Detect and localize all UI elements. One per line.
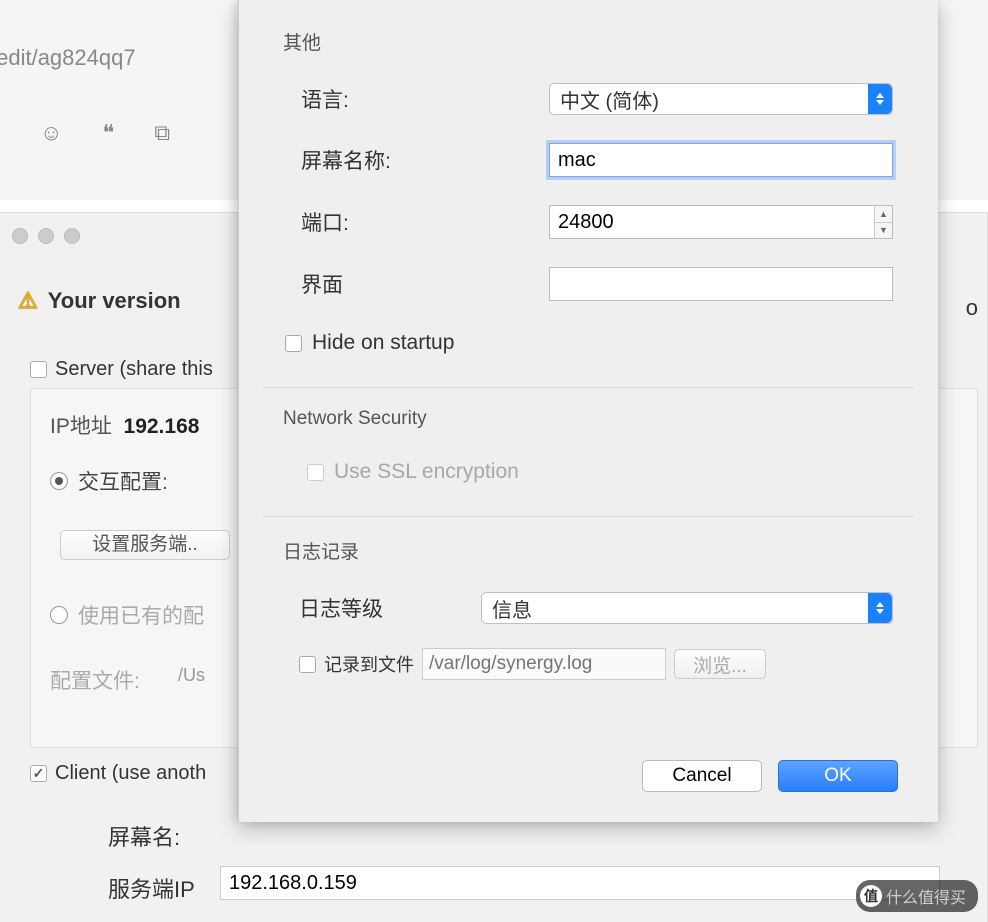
log-file-checkbox[interactable]: [299, 656, 316, 673]
section-network: Network Security: [283, 408, 938, 430]
ip-label: IP地址: [50, 415, 112, 438]
log-level-row: 日志等级 信息: [299, 592, 938, 624]
truncated-char: o: [966, 295, 978, 321]
screen-name-label-dlg: 屏幕名称:: [301, 145, 549, 175]
ip-address-line: IP地址 192.168: [50, 410, 199, 440]
browse-button[interactable]: 浏览...: [674, 649, 766, 679]
log-file-input[interactable]: [422, 648, 666, 680]
radio-interactive[interactable]: [50, 472, 68, 490]
port-label: 端口:: [301, 207, 549, 237]
watermark: 值 什么值得买: [856, 880, 978, 912]
interface-row: 界面: [301, 267, 938, 301]
ip-value: 192.168: [124, 415, 200, 438]
hide-startup-label: Hide on startup: [312, 331, 454, 355]
screen-name-row: 屏幕名称:: [301, 143, 938, 177]
divider: [263, 387, 914, 388]
port-spinner[interactable]: ▲ ▼: [549, 205, 893, 239]
radio-existing-label: 使用已有的配: [78, 600, 204, 630]
screen-name-input[interactable]: [549, 143, 893, 177]
radio-interactive-label: 交互配置:: [78, 466, 168, 496]
screen-name-label: 屏幕名:: [108, 820, 180, 852]
spinner-up-icon[interactable]: ▲: [874, 206, 892, 223]
watermark-text: 什么值得买: [886, 884, 966, 908]
spinner-down-icon[interactable]: ▼: [874, 223, 892, 239]
config-file-path: /Us: [178, 665, 205, 686]
radio-existing[interactable]: [50, 606, 68, 624]
ssl-label: Use SSL encryption: [334, 460, 519, 484]
client-checkbox[interactable]: [30, 765, 47, 782]
preferences-dialog: 其他 语言: 中文 (简体) 屏幕名称: 端口: ▲ ▼ 界面 Hide on …: [238, 0, 938, 822]
hide-startup-checkbox[interactable]: [285, 335, 302, 352]
smile-icon[interactable]: ☺: [40, 120, 62, 146]
radio-existing-config[interactable]: 使用已有的配: [50, 600, 204, 630]
warning-text: Your version: [48, 288, 181, 314]
chevron-updown-icon: [868, 84, 892, 114]
client-checkbox-row[interactable]: Client (use anoth: [30, 762, 206, 785]
configure-server-button[interactable]: 设置服务端..: [60, 530, 230, 560]
log-file-row: 记录到文件 浏览...: [299, 648, 938, 680]
hide-startup-row[interactable]: Hide on startup: [285, 331, 938, 355]
minimize-icon[interactable]: [38, 228, 54, 244]
editor-toolbar: ☺ ❝ ⧉: [40, 120, 170, 146]
dialog-buttons: Cancel OK: [642, 760, 898, 792]
version-warning: ⚠ Your version: [18, 288, 181, 314]
close-icon[interactable]: [12, 228, 28, 244]
server-checkbox-row[interactable]: Server (share this: [30, 358, 213, 381]
server-checkbox-label: Server (share this: [55, 358, 213, 381]
client-checkbox-label: Client (use anoth: [55, 762, 206, 785]
interface-label: 界面: [301, 269, 549, 299]
language-label: 语言:: [301, 84, 549, 114]
section-log: 日志记录: [283, 537, 938, 564]
radio-interactive-config[interactable]: 交互配置:: [50, 466, 168, 496]
config-file-label: 配置文件:: [50, 665, 140, 695]
interface-input[interactable]: [549, 267, 893, 301]
spinner-buttons[interactable]: ▲ ▼: [874, 206, 892, 238]
ssl-row: Use SSL encryption: [307, 460, 938, 484]
port-input[interactable]: [549, 205, 893, 239]
language-value: 中文 (简体): [560, 85, 659, 114]
log-level-value: 信息: [492, 594, 532, 623]
zoom-icon[interactable]: [64, 228, 80, 244]
log-file-label: 记录到文件: [324, 651, 414, 677]
server-ip-label: 服务端IP: [108, 872, 195, 904]
watermark-icon: 值: [860, 885, 882, 907]
log-level-label: 日志等级: [299, 593, 481, 623]
section-other: 其他: [283, 28, 938, 55]
port-row: 端口: ▲ ▼: [301, 205, 938, 239]
quote-icon[interactable]: ❝: [102, 120, 114, 146]
language-row: 语言: 中文 (简体): [301, 83, 938, 115]
cancel-button[interactable]: Cancel: [642, 760, 762, 792]
url-fragment: /edit/ag824qq7: [0, 45, 136, 71]
warning-icon: ⚠: [18, 288, 38, 314]
ssl-checkbox: [307, 464, 324, 481]
divider-2: [263, 516, 914, 517]
server-ip-input[interactable]: [220, 866, 940, 900]
server-checkbox[interactable]: [30, 361, 47, 378]
language-select[interactable]: 中文 (简体): [549, 83, 893, 115]
chevron-updown-icon: [868, 593, 892, 623]
link-icon[interactable]: ⧉: [154, 120, 170, 146]
window-traffic-lights: [12, 228, 80, 244]
ok-button[interactable]: OK: [778, 760, 898, 792]
log-level-select[interactable]: 信息: [481, 592, 893, 624]
